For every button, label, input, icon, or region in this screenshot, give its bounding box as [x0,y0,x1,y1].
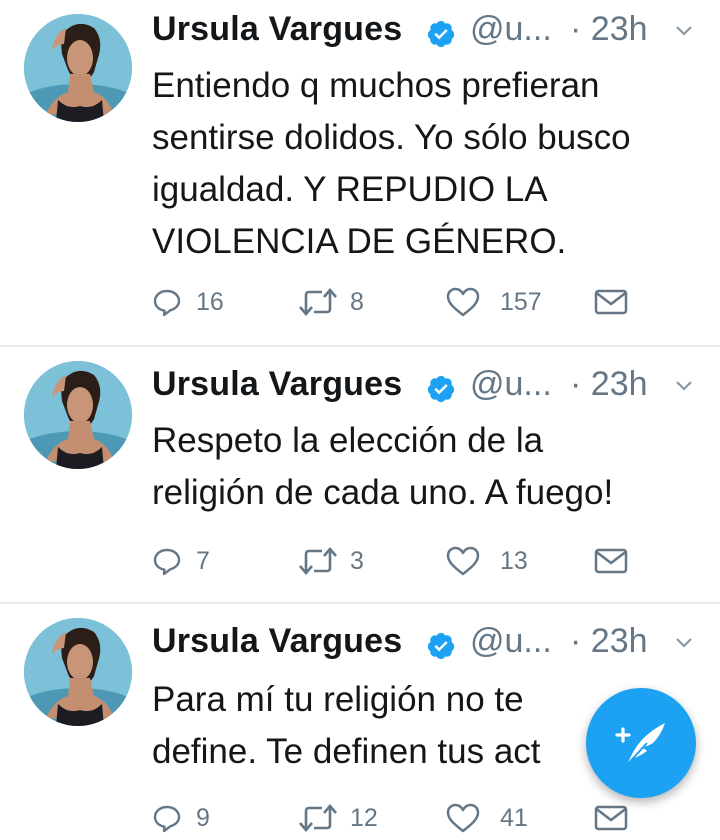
retweet-button[interactable]: 8 [298,280,364,324]
avatar[interactable] [24,361,132,469]
heart-icon [446,287,480,317]
avatar[interactable] [24,14,132,122]
retweet-icon [298,287,338,317]
envelope-icon [594,804,628,832]
retweet-icon [298,546,338,576]
retweet-button[interactable]: 12 [298,796,378,840]
like-button[interactable]: 13 [446,539,528,583]
heart-icon [446,546,480,576]
tweet-actions: 9 12 41 [152,796,712,840]
envelope-icon [594,547,628,575]
heart-icon [446,803,480,833]
reply-count: 16 [196,287,224,316]
compose-tweet-button[interactable] [586,688,696,798]
reply-count: 9 [196,803,210,832]
direct-message-button[interactable] [594,539,628,583]
reply-icon [152,287,182,317]
avatar[interactable] [24,618,132,726]
chevron-down-icon[interactable] [674,633,694,653]
author-handle[interactable]: @u... [470,622,552,661]
retweet-count: 12 [350,803,378,832]
author-name[interactable]: Ursula Vargues [152,365,402,404]
reply-button[interactable]: 9 [152,796,210,840]
tweet[interactable]: Ursula Vargues @u... · 23h Entiendo q mu… [0,0,720,346]
verified-badge-icon [426,374,456,404]
tweet-header: Ursula Vargues @u... · 23h [152,618,712,666]
verified-badge-icon [426,19,456,49]
direct-message-button[interactable] [594,796,628,840]
tweet-actions: 16 8 157 [152,280,712,324]
like-count: 157 [500,287,542,316]
like-button[interactable]: 157 [446,280,542,324]
timestamp: · 23h [570,622,648,660]
chevron-down-icon[interactable] [674,21,694,41]
reply-button[interactable]: 7 [152,539,210,583]
retweet-button[interactable]: 3 [298,539,364,583]
direct-message-button[interactable] [594,280,628,324]
tweet-text: Entiendo q muchos prefieran sentirse dol… [152,66,631,261]
author-name[interactable]: Ursula Vargues [152,10,402,49]
tweet-text: Respeto la elección de la religión de ca… [152,421,614,512]
like-count: 41 [500,803,528,832]
like-count: 13 [500,546,528,575]
author-handle[interactable]: @u... [470,365,552,404]
envelope-icon [594,288,628,316]
retweet-count: 3 [350,546,364,575]
chevron-down-icon[interactable] [674,376,694,396]
reply-button[interactable]: 16 [152,280,224,324]
timestamp: · 23h [570,365,648,403]
timestamp: · 23h [570,10,648,48]
retweet-icon [298,803,338,833]
tweet-header: Ursula Vargues @u... · 23h [152,361,712,409]
retweet-count: 8 [350,287,364,316]
like-button[interactable]: 41 [446,796,528,840]
compose-tweet-icon [615,723,665,766]
tweet-actions: 7 3 13 [152,539,712,583]
tweet-header: Ursula Vargues @u... · 23h [152,6,712,54]
author-name[interactable]: Ursula Vargues [152,622,402,661]
reply-icon [152,803,182,833]
tweet[interactable]: Ursula Vargues @u... · 23h Respeto la el… [0,347,720,603]
reply-icon [152,546,182,576]
author-handle[interactable]: @u... [470,10,552,49]
reply-count: 7 [196,546,210,575]
verified-badge-icon [426,631,456,661]
